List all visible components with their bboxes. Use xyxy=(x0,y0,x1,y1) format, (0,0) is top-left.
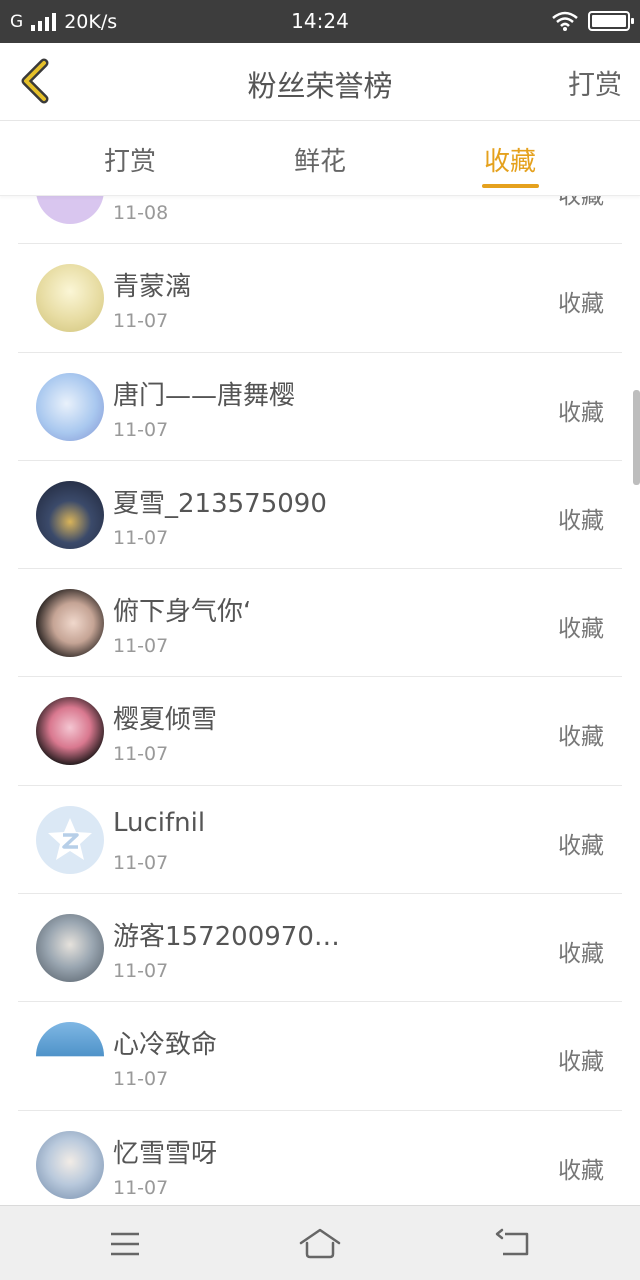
menu-icon xyxy=(111,1232,139,1256)
date: 11-07 xyxy=(113,310,169,333)
list-item[interactable]: 游客157200970… 11-07 收藏 xyxy=(18,894,622,1003)
default-avatar-icon xyxy=(48,817,92,860)
wifi-icon xyxy=(552,11,578,31)
list-item[interactable]: 唐门——唐舞樱 11-07 收藏 xyxy=(18,353,622,461)
user-name: 青蒙漓 xyxy=(113,272,192,303)
user-name: 心冷致命 xyxy=(113,1030,218,1061)
avatar xyxy=(36,196,104,224)
fan-list[interactable]: 11-08 收藏 青蒙漓 11-07 收藏 唐门——唐舞樱 11-07 收藏 夏… xyxy=(0,196,640,1205)
list-item[interactable]: Lucifnil 11-07 收藏 xyxy=(18,786,622,895)
user-name: 樱夏倾雪 xyxy=(113,705,218,736)
page-title: 粉丝荣誉榜 xyxy=(247,69,393,103)
status-right xyxy=(552,10,634,32)
record-type: 收藏 xyxy=(558,1049,604,1076)
scrollbar[interactable] xyxy=(633,390,640,485)
list-item[interactable]: 樱夏倾雪 11-07 收藏 xyxy=(18,677,622,786)
date: 11-07 xyxy=(113,526,169,549)
record-type: 收藏 xyxy=(558,616,604,643)
avatar xyxy=(36,805,104,874)
avatar xyxy=(36,1130,104,1199)
list-item[interactable]: 俯下身气你‘ 11-07 收藏 xyxy=(18,569,622,678)
record-type: 收藏 xyxy=(558,724,604,751)
home-icon xyxy=(299,1228,341,1259)
list-item[interactable]: 11-08 收藏 xyxy=(18,196,622,245)
avatar xyxy=(36,697,104,766)
date: 11-08 xyxy=(113,202,169,224)
chevron-left-icon xyxy=(21,58,49,104)
user-name: 唐门——唐舞樱 xyxy=(113,380,296,411)
date: 11-07 xyxy=(113,1176,169,1199)
date: 11-07 xyxy=(113,851,169,874)
tab-bar: 打赏 鲜花 收藏 xyxy=(0,121,640,196)
user-name: 俯下身气你‘ xyxy=(113,597,252,628)
avatar xyxy=(36,589,104,658)
tab-reward[interactable]: 打赏 xyxy=(70,141,190,178)
record-type: 收藏 xyxy=(558,196,604,209)
active-tab-indicator xyxy=(482,184,539,188)
menu-button[interactable] xyxy=(103,1226,147,1262)
record-type: 收藏 xyxy=(558,941,604,968)
system-nav-bar xyxy=(0,1205,640,1280)
list-item[interactable]: 青蒙漓 11-07 收藏 xyxy=(18,244,622,353)
user-name: 游客157200970… xyxy=(113,922,340,953)
record-type: 收藏 xyxy=(558,1157,604,1184)
back-icon xyxy=(495,1228,529,1256)
back-button[interactable] xyxy=(14,57,58,107)
user-name: 夏雪_213575090 xyxy=(113,488,327,519)
battery-icon xyxy=(588,11,634,31)
tab-favorites[interactable]: 收藏 xyxy=(450,141,570,178)
avatar xyxy=(36,264,104,333)
record-type: 收藏 xyxy=(558,507,604,534)
record-type: 收藏 xyxy=(558,399,604,426)
date: 11-07 xyxy=(113,1068,169,1091)
date: 11-07 xyxy=(113,418,169,441)
list-item[interactable]: 忆雪雪呀 11-07 收藏 xyxy=(18,1111,622,1205)
back-nav-button[interactable] xyxy=(493,1226,537,1262)
user-name: Lucifnil xyxy=(113,807,206,838)
user-name: 忆雪雪呀 xyxy=(113,1138,218,1169)
avatar xyxy=(36,372,104,441)
clock: 14:24 xyxy=(291,9,349,33)
record-type: 收藏 xyxy=(558,832,604,859)
record-type: 收藏 xyxy=(558,291,604,318)
avatar xyxy=(36,480,104,549)
list-item[interactable]: 夏雪_213575090 11-07 收藏 xyxy=(18,461,622,570)
list-item[interactable]: 心冷致命 11-07 收藏 xyxy=(18,1002,622,1111)
home-button[interactable] xyxy=(298,1226,342,1262)
app-header: 粉丝荣誉榜 打赏 xyxy=(0,43,640,121)
status-bar: G 20K/s 14:24 xyxy=(0,0,640,43)
avatar xyxy=(36,1022,104,1091)
date: 11-07 xyxy=(113,743,169,766)
tab-flowers[interactable]: 鲜花 xyxy=(260,141,380,178)
date: 11-07 xyxy=(113,960,169,983)
reward-button[interactable]: 打赏 xyxy=(568,63,622,102)
date: 11-07 xyxy=(113,635,169,658)
avatar xyxy=(36,914,104,983)
